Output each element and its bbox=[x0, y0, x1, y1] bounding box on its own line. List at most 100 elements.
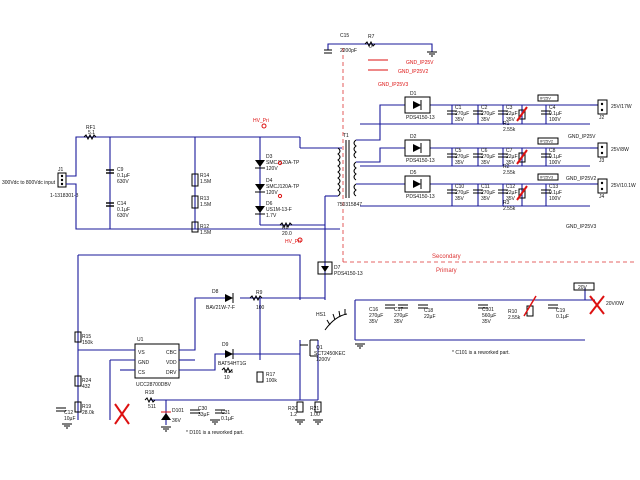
c101-volt: 35V bbox=[482, 319, 492, 325]
output-capacitor: C11270µF35V bbox=[473, 184, 495, 206]
hv-pri-netlabel-mid: HV_Pri bbox=[285, 237, 303, 245]
c30-val: 33µF bbox=[198, 412, 210, 418]
r18-ref: R18 bbox=[145, 390, 154, 396]
r12-val: 1.5M bbox=[200, 230, 211, 236]
d1-rectifier: D1 PDS4150-13 bbox=[404, 91, 435, 121]
net-20v: 20V bbox=[578, 285, 588, 291]
output-capacitor: C5270µF35V bbox=[447, 148, 469, 166]
res-val: 2.55k bbox=[503, 127, 516, 133]
output-capacitor-rows: C1270µF35VC2270µF35VC322µF35VR12.55kC40.… bbox=[447, 94, 562, 212]
note-d101: * D101 is a reworked part. bbox=[186, 430, 244, 436]
output-connector-j2: J2 25V/17W bbox=[590, 99, 632, 121]
c31-val: 0.1µF bbox=[221, 416, 234, 422]
input-connector-j1: J1 300Vdc to 800Vdc input 1-1318301-3 bbox=[2, 167, 79, 199]
d4-volt: 120V bbox=[266, 190, 278, 196]
d101-zener: D101 36V bbox=[161, 400, 184, 425]
d1-ref: D1 bbox=[410, 91, 417, 97]
output-capacitor: C6270µF35V bbox=[473, 148, 495, 166]
output-bypass-cap: C80.1µF100V bbox=[541, 148, 562, 166]
u1-pin-gnd: GND bbox=[138, 360, 150, 366]
hs1-heatsink: HS1 bbox=[316, 309, 348, 331]
r20-val: 1.2 bbox=[290, 412, 297, 418]
r8-resistor: R8 20.0 bbox=[260, 221, 325, 237]
input-voltage-label: 300Vdc to 800Vdc input bbox=[2, 180, 56, 186]
r16-val: 10 bbox=[224, 375, 230, 381]
note-c101: * C101 is a reworked part. bbox=[452, 350, 510, 356]
hs1-ref: HS1 bbox=[316, 312, 326, 318]
cap-volt: 35V bbox=[481, 160, 491, 166]
cap-volt: 35V bbox=[455, 117, 465, 123]
primary-wiring bbox=[77, 254, 595, 420]
d7-part: PDS4150-13 bbox=[334, 271, 363, 277]
d6-volt: 1.7V bbox=[266, 213, 277, 219]
d8-part: BAV21W-7-F bbox=[206, 305, 235, 311]
r17-val: 100k bbox=[266, 378, 277, 384]
cap-volt: 100V bbox=[549, 160, 561, 166]
c15-ref: C15 bbox=[340, 33, 349, 39]
hv-pri-label-2: HV_Pri bbox=[285, 239, 301, 245]
d9-part: BAT54HT1G bbox=[218, 361, 246, 367]
r7-ref: R7 bbox=[368, 34, 375, 40]
d101-ref: D101 bbox=[172, 408, 184, 414]
r9-resistor: R9 100 bbox=[249, 290, 265, 311]
schematic-diagram: Secondary Primary J1 300Vdc to 800Vdc in… bbox=[2, 33, 636, 436]
r7-val: 0 bbox=[369, 44, 372, 50]
rf1-val: 5.1 bbox=[88, 130, 95, 136]
dnp-mark-left bbox=[114, 403, 130, 425]
output-capacitor: C2270µF35V bbox=[473, 105, 495, 124]
u1-pin-vdd: VDD bbox=[166, 360, 177, 366]
c12-capacitor: C12 10µF bbox=[56, 407, 76, 422]
c12-val: 10µF bbox=[64, 416, 76, 422]
ground-symbols bbox=[62, 51, 437, 432]
output-connector-j4: J4 25V/10.1W bbox=[590, 178, 636, 200]
hv-pri-netlabel-top: HV_Pri bbox=[253, 118, 269, 129]
r16-resistor: R16 10 bbox=[221, 366, 233, 381]
connector-ref: J2 bbox=[599, 115, 605, 121]
cap-volt: 35V bbox=[481, 196, 491, 202]
gnd-ip25v2-top: GND_IP25V2 bbox=[398, 69, 429, 75]
t1-ref: T1 bbox=[343, 133, 349, 139]
output-rating-label: 25V/17W bbox=[611, 104, 632, 110]
d9-ref: D9 bbox=[222, 342, 229, 348]
gnd-ip25v3-label: GND_IP25V3 bbox=[566, 224, 597, 230]
output-rating-label: 25V/10.1W bbox=[611, 183, 636, 189]
output-20v: 20V 20V/0W bbox=[573, 282, 624, 315]
r19-val: 28.0k bbox=[82, 410, 95, 416]
d8-diode: D8 BAV21W-7-F bbox=[206, 289, 235, 311]
d5-ref: D5 bbox=[410, 170, 417, 176]
r24-val: 432 bbox=[82, 384, 91, 390]
cap-volt: 100V bbox=[549, 117, 561, 123]
clamp-diodes: D3 SMCJ120A-TP 120V D4 SMCJ120A-TP 120V … bbox=[255, 150, 300, 225]
u1-pin-cs: CS bbox=[138, 370, 146, 376]
d2-rectifier: D2 PDS4150-13 bbox=[404, 134, 435, 164]
c30-capacitor: C30 33µF bbox=[190, 406, 210, 418]
rail-net-label: IP25V2 bbox=[540, 139, 554, 144]
u1-controller: U1 VS GND CS CBC VDD DRV UCC28700DBV bbox=[134, 337, 180, 388]
r17-resistor: R17 100k bbox=[256, 371, 277, 384]
r13-val: 1.5M bbox=[200, 202, 211, 208]
cap-volt: 35V bbox=[455, 196, 465, 202]
gnd-ip25v-label: GND_IP25V bbox=[568, 134, 596, 140]
q1-volt: 1200V bbox=[316, 357, 331, 363]
u1-pin-cbc: CBC bbox=[166, 350, 177, 356]
r20-resistor: R20 1.2 bbox=[288, 401, 304, 418]
c14-volt: 630V bbox=[117, 213, 129, 219]
q1-mosfet: Q1 SCT2450KEC 1200V bbox=[300, 339, 346, 363]
d1-part: PDS4150-13 bbox=[406, 115, 435, 121]
c15-val: 2200pF bbox=[340, 48, 357, 54]
hv-pri-label-1: HV_Pri bbox=[253, 118, 269, 124]
output-capacitor: C1270µF35V bbox=[447, 105, 469, 124]
output-bypass-cap: C40.1µF100V bbox=[541, 105, 562, 124]
u1-pin-vs: VS bbox=[138, 350, 145, 356]
d8-ref: D8 bbox=[212, 289, 219, 295]
cap-volt: 35V bbox=[455, 160, 465, 166]
gnd-ip25v3-top: GND_IP25V3 bbox=[378, 82, 409, 88]
primary-label: Primary bbox=[436, 268, 457, 274]
cap-volt: 35V bbox=[481, 117, 491, 123]
output-bypass-cap: C130.1µF100V bbox=[541, 184, 562, 206]
secondary-label: Secondary bbox=[432, 254, 461, 260]
c9-volt: 630V bbox=[117, 179, 129, 185]
j1-ref: J1 bbox=[58, 167, 64, 173]
output-cap-row-1: C1270µF35VC2270µF35VC322µF35VR12.55kC40.… bbox=[447, 94, 562, 133]
out-20v-label: 20V/0W bbox=[606, 301, 624, 307]
